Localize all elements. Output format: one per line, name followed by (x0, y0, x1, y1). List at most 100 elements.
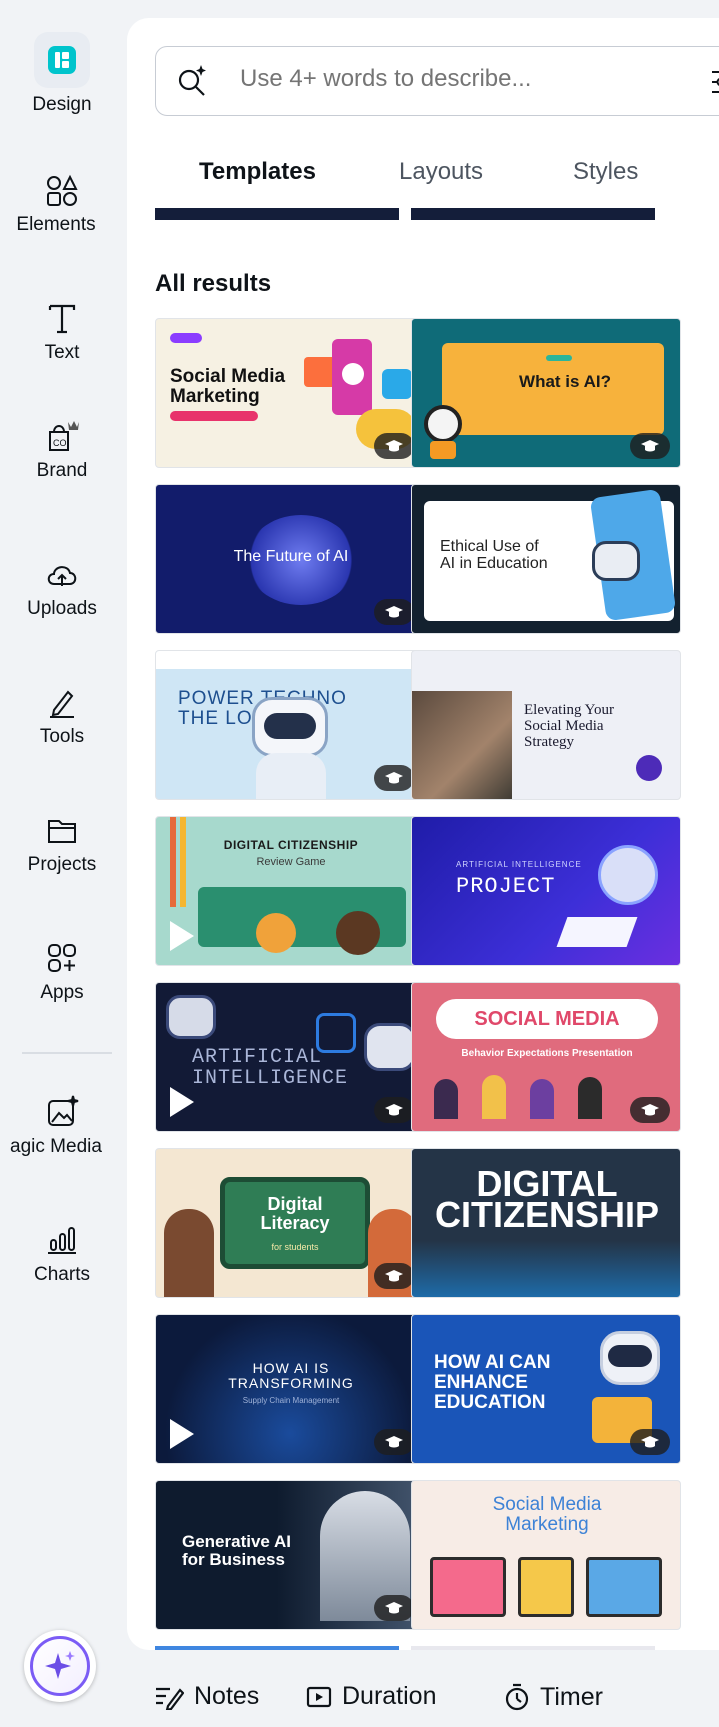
template-title: PROJECT (456, 874, 556, 899)
template-card[interactable]: Ethical Use of AI in Education (411, 484, 681, 634)
pro-badge (630, 1429, 670, 1455)
charts-icon (48, 1227, 76, 1254)
rail-item-text[interactable]: Text (0, 300, 124, 364)
pro-badge (630, 1097, 670, 1123)
side-rail: Design Elements Text CO Brand Uploads To… (0, 0, 120, 1727)
template-title: Generative AI for Business (182, 1532, 291, 1569)
elements-icon (47, 174, 78, 206)
pro-badge (374, 1263, 414, 1289)
graduation-cap-icon (385, 772, 403, 784)
template-subtitle: Supply Chain Management (242, 1396, 340, 1405)
template-subtitle: Review Game (256, 856, 326, 868)
video-indicator (170, 921, 194, 951)
template-card[interactable]: Elevating Your Social Media Strategy (411, 650, 681, 800)
section-title: All results (155, 270, 272, 297)
rail-item-tools[interactable]: Tools (0, 684, 124, 748)
timer-label: Timer (540, 1682, 603, 1711)
template-title: Social Media Marketing (492, 1494, 602, 1535)
previous-row-edge (155, 208, 399, 220)
brand-icon: CO (49, 421, 79, 451)
timer-icon (505, 1683, 529, 1711)
template-card[interactable]: Social Media Marketing (155, 318, 425, 468)
template-card[interactable]: Generative AI for Business (155, 1480, 425, 1630)
template-title: What is AI? (519, 372, 611, 391)
rail-item-uploads[interactable]: Uploads (0, 556, 124, 620)
search-bar[interactable] (155, 46, 719, 116)
template-card[interactable]: POWER TECHNO THE LOGY (155, 650, 425, 800)
rail-label: Tools (39, 726, 85, 747)
sparkle-icon (45, 1651, 75, 1679)
rail-divider (22, 1052, 112, 1054)
template-card[interactable]: What is AI? (411, 318, 681, 468)
graduation-cap-icon (385, 1436, 403, 1448)
duration-button[interactable]: Duration (306, 1682, 437, 1711)
templates-panel: Templates Layouts Styles All results Soc… (127, 18, 719, 1650)
graduation-cap-icon (385, 440, 403, 452)
template-title: HOW AI IS TRANSFORMING (228, 1360, 354, 1391)
template-card[interactable]: DIGITAL CITIZENSHIP Review Game (155, 816, 425, 966)
timer-button[interactable]: Timer (504, 1682, 603, 1712)
rail-item-brand[interactable]: CO Brand (0, 418, 124, 482)
pro-badge (374, 1595, 414, 1621)
duration-icon (306, 1686, 332, 1707)
rail-label: Elements (16, 214, 96, 235)
notes-label: Notes (194, 1682, 260, 1710)
template-card[interactable]: The Future of AI (155, 484, 425, 634)
template-title: SOCIAL MEDIA (474, 1008, 620, 1030)
apps-icon (48, 944, 76, 972)
projects-icon (48, 820, 76, 843)
template-subtitle: ARTIFICIAL INTELLIGENCE (456, 860, 582, 869)
bottom-toolbar: Notes Duration Timer (150, 1676, 719, 1720)
filter-icon[interactable] (710, 65, 719, 99)
previous-row-edge (411, 208, 655, 220)
notes-icon (156, 1687, 184, 1710)
template-card[interactable]: ARTIFICIAL INTELLIGENCE (155, 982, 425, 1132)
video-indicator (170, 1419, 194, 1449)
notes-button[interactable]: Notes (154, 1682, 259, 1711)
magic-assistant-button[interactable] (24, 1630, 96, 1702)
video-indicator (170, 1087, 194, 1117)
rail-label: Apps (40, 982, 84, 1003)
pro-badge (374, 1097, 414, 1123)
rail-item-apps[interactable]: Apps (0, 940, 124, 1004)
template-card[interactable]: HOW AI IS TRANSFORMING Supply Chain Mana… (155, 1314, 425, 1464)
rail-label: Projects (27, 854, 97, 875)
search-input[interactable] (240, 65, 640, 93)
template-card[interactable]: Digital Literacy for students (155, 1148, 425, 1298)
pro-badge (374, 1429, 414, 1455)
template-title: Digital Literacy (260, 1194, 330, 1233)
template-card[interactable]: Social Media Marketing (411, 1480, 681, 1630)
graduation-cap-icon (641, 1104, 659, 1116)
pro-badge (374, 433, 414, 459)
uploads-icon (47, 566, 77, 586)
tab-styles[interactable]: Styles (573, 158, 638, 186)
template-card[interactable]: DIGITAL CITIZENSHIP (411, 1148, 681, 1298)
pro-badge (374, 599, 414, 625)
template-title: The Future of AI (233, 548, 349, 565)
rail-item-elements[interactable]: Elements (0, 172, 124, 236)
rail-item-design[interactable]: Design (0, 32, 124, 116)
rail-item-magic-media[interactable]: agic Media (0, 1094, 124, 1158)
template-title: Ethical Use of AI in Education (440, 538, 548, 572)
graduation-cap-icon (385, 1104, 403, 1116)
tab-layouts[interactable]: Layouts (399, 158, 483, 186)
graduation-cap-icon (385, 606, 403, 618)
rail-label: Design (32, 94, 92, 115)
duration-label: Duration (342, 1682, 437, 1710)
template-card[interactable]: HOW AI CAN ENHANCE EDUCATION (411, 1314, 681, 1464)
template-title: DIGITAL CITIZENSHIP (223, 838, 359, 852)
template-subtitle: Behavior Expectations Presentation (461, 1048, 633, 1059)
template-subtitle: for students (271, 1242, 319, 1252)
rail-item-charts[interactable]: Charts (0, 1222, 124, 1286)
tab-templates[interactable]: Templates (199, 158, 316, 186)
template-card[interactable]: ARTIFICIAL INTELLIGENCE PROJECT (411, 816, 681, 966)
rail-item-projects[interactable]: Projects (0, 812, 124, 876)
text-icon (48, 304, 76, 334)
pro-badge (630, 433, 670, 459)
rail-label: Text (44, 342, 80, 363)
graduation-cap-icon (385, 1270, 403, 1282)
rail-label: Charts (34, 1264, 90, 1285)
svg-text:CO: CO (53, 438, 67, 448)
template-card[interactable]: SOCIAL MEDIA Behavior Expectations Prese… (411, 982, 681, 1132)
next-row-edge (155, 1646, 399, 1650)
